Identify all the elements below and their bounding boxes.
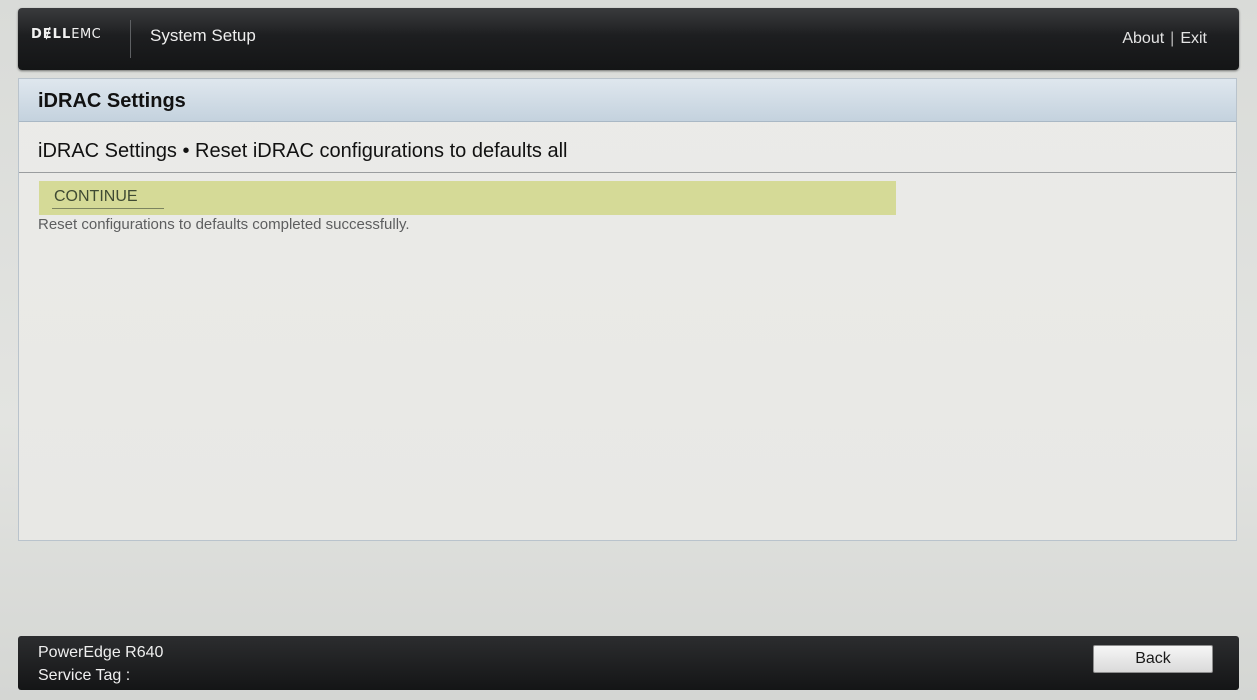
breadcrumb-divider xyxy=(19,172,1236,173)
dellemc-logo: DɆLLEMC xyxy=(31,27,101,42)
panel-title-bar: iDRAC Settings xyxy=(19,79,1236,122)
continue-row[interactable]: CONTINUE xyxy=(39,181,896,215)
page-title: iDRAC Settings xyxy=(38,90,186,112)
logo-emc-text: EMC xyxy=(71,27,102,42)
about-link[interactable]: About xyxy=(1122,30,1164,47)
continue-focus-underline xyxy=(52,208,164,209)
app-title: System Setup xyxy=(150,26,256,45)
back-button[interactable]: Back xyxy=(1093,645,1213,673)
bottom-bar: PowerEdge R640 Service Tag : Back xyxy=(18,636,1239,690)
top-header-bar: DɆLLEMC System Setup About | Exit xyxy=(18,8,1239,70)
breadcrumb: iDRAC Settings • Reset iDRAC configurati… xyxy=(38,140,568,162)
service-tag-label: Service Tag : xyxy=(38,667,131,684)
main-panel: iDRAC Settings iDRAC Settings • Reset iD… xyxy=(18,78,1237,541)
header-links: About | Exit xyxy=(1122,30,1207,48)
header-divider xyxy=(130,20,131,58)
exit-link[interactable]: Exit xyxy=(1180,30,1207,47)
continue-link[interactable]: CONTINUE xyxy=(54,188,138,206)
system-model: PowerEdge R640 xyxy=(38,644,164,661)
system-setup-screen: DɆLLEMC System Setup About | Exit iDRAC Se… xyxy=(0,0,1257,700)
status-message: Reset configurations to defaults complet… xyxy=(38,216,410,233)
logo-dell-text: DɆLL xyxy=(31,27,72,42)
header-link-separator: | xyxy=(1170,30,1175,47)
